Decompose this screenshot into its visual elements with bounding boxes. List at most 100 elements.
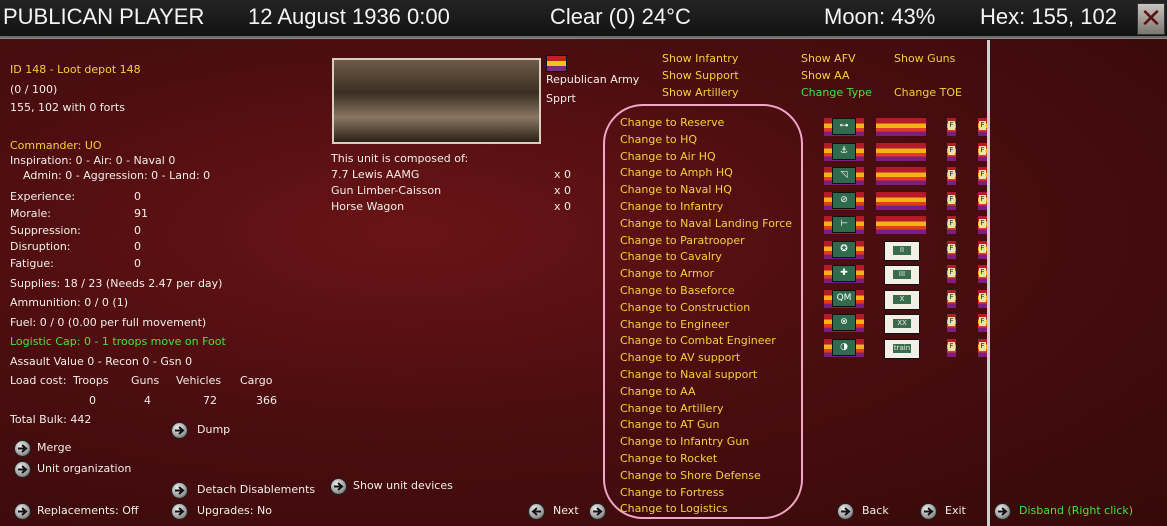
flag-badge[interactable]: F <box>978 191 987 210</box>
merge-button[interactable]: Merge <box>37 441 71 454</box>
show-aa-button[interactable]: Show AA <box>801 69 850 82</box>
arrow-right-icon[interactable] <box>14 461 31 478</box>
dump-button[interactable]: Dump <box>197 423 230 436</box>
back-button[interactable]: Back <box>862 504 889 517</box>
unit-organization-button[interactable]: Unit organization <box>37 462 131 475</box>
toe-stripe[interactable] <box>876 142 926 161</box>
flag-badge[interactable]: F <box>947 240 956 259</box>
disband-button[interactable]: Disband (Right click) <box>1019 504 1133 517</box>
change-type-option[interactable]: Change to Logistics <box>620 502 728 515</box>
detach-disablements-button[interactable]: Detach Disablements <box>197 483 315 496</box>
flag-badge[interactable]: F <box>947 118 956 136</box>
flag-badge[interactable]: F <box>947 314 956 332</box>
show-infantry-button[interactable]: Show Infantry <box>662 52 738 65</box>
flag-badge[interactable]: F <box>947 265 956 283</box>
change-type-option[interactable]: Change to Construction <box>620 301 750 314</box>
arrow-right-icon[interactable] <box>14 440 31 457</box>
flag-badge[interactable]: F <box>978 265 987 283</box>
toe-badge[interactable]: XX <box>884 314 920 334</box>
arrow-right-icon[interactable] <box>589 503 606 520</box>
change-type-option[interactable]: Change to Rocket <box>620 452 717 465</box>
change-type-option[interactable]: Change to Armor <box>620 267 714 280</box>
flag-badge[interactable]: F <box>978 118 987 136</box>
flag-badge[interactable]: F <box>978 142 987 161</box>
toe-stripe[interactable] <box>876 167 926 185</box>
arrow-right-icon[interactable] <box>837 503 854 520</box>
change-type-option[interactable]: Change to Naval Landing Force <box>620 217 792 230</box>
change-type-option[interactable]: Change to AT Gun <box>620 418 720 431</box>
arrow-right-icon[interactable] <box>171 503 188 520</box>
toe-badge[interactable]: II <box>884 240 920 261</box>
flag-badge[interactable]: F <box>978 338 987 357</box>
toe-badge[interactable]: III <box>884 265 920 285</box>
change-type-option[interactable]: Change to Paratrooper <box>620 234 745 247</box>
unit-symbol-tile[interactable]: ⊢ <box>824 216 864 234</box>
change-type-option[interactable]: Change to Amph HQ <box>620 166 733 179</box>
flag-badge[interactable]: F <box>978 216 987 234</box>
flag-badge[interactable]: F <box>947 338 956 357</box>
flag-badge[interactable]: F <box>978 314 987 332</box>
show-unit-devices-button[interactable]: Show unit devices <box>353 479 453 492</box>
toe-stripe[interactable] <box>876 191 926 210</box>
flag-badge[interactable]: F <box>978 240 987 259</box>
arrow-right-icon[interactable] <box>171 422 188 439</box>
toe-badge[interactable]: X <box>884 289 920 310</box>
arrow-right-icon[interactable] <box>14 503 31 520</box>
change-type-button[interactable]: Change Type <box>801 86 872 99</box>
change-type-option[interactable]: Change to Shore Defense <box>620 469 761 482</box>
unit-symbol-tile[interactable]: ◹ <box>824 167 864 185</box>
show-artillery-button[interactable]: Show Artillery <box>662 86 739 99</box>
next-button[interactable]: Next <box>553 504 579 517</box>
toe-badge[interactable]: train <box>884 338 920 359</box>
arrow-left-icon[interactable] <box>528 503 545 520</box>
exit-button[interactable]: Exit <box>945 504 966 517</box>
flag-badge-letter: F <box>948 219 955 228</box>
change-type-option[interactable]: Change to Fortress <box>620 486 724 499</box>
flag-badge[interactable]: F <box>947 167 956 185</box>
close-icon[interactable]: ✕ <box>1137 3 1165 35</box>
arrow-right-icon[interactable] <box>920 503 937 520</box>
flag-badge[interactable]: F <box>947 142 956 161</box>
change-type-option[interactable]: Change to Baseforce <box>620 284 735 297</box>
show-afv-button[interactable]: Show AFV <box>801 52 856 65</box>
unit-symbol-tile[interactable]: ⊘ <box>824 191 864 210</box>
change-type-option[interactable]: Change to Infantry Gun <box>620 435 749 448</box>
show-support-button[interactable]: Show Support <box>662 69 739 82</box>
change-type-option[interactable]: Change to AA <box>620 385 696 398</box>
unit-symbol-tile[interactable]: ◑ <box>824 338 864 357</box>
arrow-right-icon[interactable] <box>994 503 1011 520</box>
change-type-option[interactable]: Change to Combat Engineer <box>620 334 776 347</box>
change-type-option[interactable]: Change to Artillery <box>620 402 723 415</box>
unit-symbol-tile[interactable]: ⊶ <box>824 118 864 136</box>
ammunition: Ammunition: 0 / 0 (1) <box>10 296 129 309</box>
change-type-option[interactable]: Change to Reserve <box>620 116 724 129</box>
change-toe-button[interactable]: Change TOE <box>894 86 962 99</box>
flag-badge[interactable]: F <box>978 167 987 185</box>
upgrades-toggle[interactable]: Upgrades: No <box>197 504 272 517</box>
flag-badge[interactable]: F <box>947 216 956 234</box>
change-type-option[interactable]: Change to Air HQ <box>620 150 716 163</box>
unit-symbol-tile[interactable]: ⚓ <box>824 142 864 161</box>
stat-value: 0 <box>134 240 141 253</box>
arrow-right-icon[interactable] <box>330 478 347 495</box>
toe-stripe[interactable] <box>876 216 926 234</box>
change-type-option[interactable]: Change to Engineer <box>620 318 729 331</box>
show-guns-button[interactable]: Show Guns <box>894 52 955 65</box>
change-type-option[interactable]: Change to Naval support <box>620 368 757 381</box>
change-type-option[interactable]: Change to AV support <box>620 351 740 364</box>
change-type-option[interactable]: Change to Naval HQ <box>620 183 732 196</box>
reserve-icon: ⊶ <box>832 118 856 135</box>
arrow-right-icon[interactable] <box>171 482 188 499</box>
replacements-toggle[interactable]: Replacements: Off <box>37 504 138 517</box>
flag-badge[interactable]: F <box>978 289 987 308</box>
unit-symbol-tile[interactable]: ⊗ <box>824 314 864 332</box>
toe-stripe[interactable] <box>876 118 926 136</box>
change-type-option[interactable]: Change to Infantry <box>620 200 723 213</box>
flag-badge[interactable]: F <box>947 191 956 210</box>
unit-symbol-tile[interactable]: QM <box>824 289 864 308</box>
change-type-option[interactable]: Change to Cavalry <box>620 250 722 263</box>
change-type-option[interactable]: Change to HQ <box>620 133 697 146</box>
unit-symbol-tile[interactable]: ✪ <box>824 240 864 259</box>
flag-badge[interactable]: F <box>947 289 956 308</box>
unit-symbol-tile[interactable]: ✚ <box>824 265 864 283</box>
